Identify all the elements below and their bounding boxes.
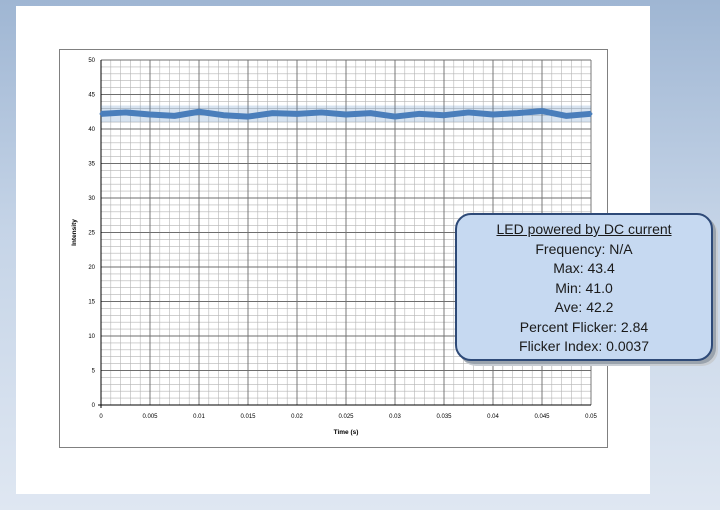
x-tick-label: 0 [99,414,103,420]
x-tick-label: 0.045 [534,414,550,420]
callout-max: Max: 43.4 [553,260,615,276]
y-tick-label: 10 [88,334,95,340]
data-point [467,111,470,114]
data-point [516,111,519,115]
data-point [393,115,397,118]
data-point [222,113,225,117]
data-point [442,113,446,117]
x-tick-label: 0.04 [487,414,499,420]
y-tick-label: 0 [92,403,96,409]
x-tick-label: 0.02 [291,414,303,420]
x-tick-label: 0.035 [436,414,452,420]
info-callout: LED powered by DC current Frequency: N/A… [455,213,713,361]
data-point [246,115,250,118]
x-tick-label: 0.05 [585,414,597,420]
y-tick-label: 5 [92,369,96,375]
data-point [271,111,274,115]
x-tick-label: 0.03 [389,414,401,420]
y-axis-title: Intensity [71,219,78,246]
data-point [197,110,201,114]
data-point [491,113,495,116]
callout-flicker-index: Flicker Index: 0.0037 [519,338,649,354]
y-tick-label: 15 [88,300,95,306]
data-point [99,112,103,116]
y-tick-label: 20 [88,265,95,271]
x-tick-label: 0.005 [142,414,158,420]
x-tick-label: 0.025 [338,414,354,420]
y-tick-label: 30 [88,196,95,202]
data-point [148,113,152,116]
callout-percent-flicker: Percent Flicker: 2.84 [519,318,649,335]
data-point [418,112,421,116]
data-point [295,112,299,116]
callout-title: LED powered by DC current [496,221,672,237]
data-point [344,113,348,116]
data-point [173,114,176,118]
y-tick-label: 45 [88,93,95,99]
data-point [540,109,544,113]
callout-frequency: Frequency: N/A [535,240,633,257]
y-tick-label: 35 [88,162,95,168]
y-tick-label: 40 [88,127,95,133]
callout-average: Ave: 42.2 [554,299,614,315]
x-axis-title: Time (s) [334,429,359,436]
y-tick-label: 25 [88,231,95,237]
data-point [369,111,372,115]
x-tick-label: 0.01 [193,414,205,420]
series-group [99,105,593,123]
callout-min: Min: 41.0 [555,279,613,296]
data-point [565,114,568,118]
data-point [589,112,593,116]
x-tick-label: 0.015 [240,414,256,420]
data-point [124,111,127,114]
data-point [320,111,323,114]
y-tick-label: 50 [88,58,95,64]
